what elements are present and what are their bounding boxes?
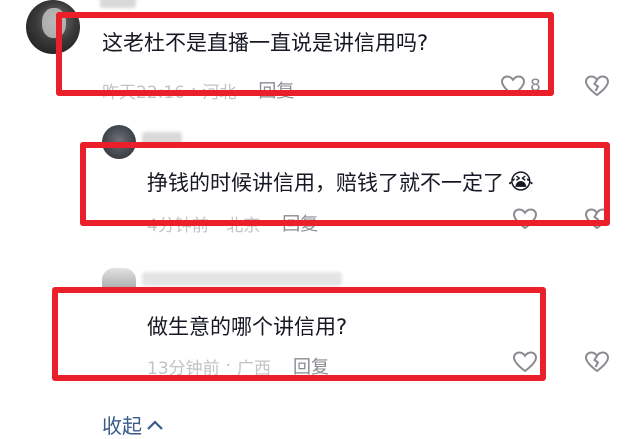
comment-text: 挣钱的时候讲信用，赔钱了就不一定了 <box>147 170 504 195</box>
comment-text: 这老杜不是直播一直说是讲信用吗? <box>102 31 429 55</box>
dislike-button[interactable] <box>584 350 610 374</box>
comment-location: 北京 <box>226 215 261 236</box>
avatar[interactable] <box>102 125 136 159</box>
comment-meta: 13分钟前 · 广西 回复 <box>147 353 329 379</box>
like-button[interactable] <box>512 350 538 374</box>
collapse-label: 收起 <box>102 414 142 438</box>
heart-outline-icon <box>512 351 538 373</box>
meta-separator: · <box>225 356 232 376</box>
avatar[interactable] <box>102 268 136 290</box>
broken-heart-icon <box>584 208 610 230</box>
comment-location: 广西 <box>237 358 272 379</box>
comment-time: 4分钟前 <box>147 215 209 236</box>
username-blurred[interactable] <box>100 0 136 8</box>
reply-comment: 挣钱的时候讲信用，赔钱了就不一定了 😭 <box>147 172 534 194</box>
like-button[interactable]: 8 <box>500 74 541 98</box>
like-count: 8 <box>530 76 541 96</box>
comment-meta: 昨天22:16 · 河北 回复 <box>102 77 294 103</box>
heart-outline-icon <box>500 75 526 97</box>
comment-time: 13分钟前 <box>147 358 220 379</box>
broken-heart-icon <box>584 75 610 97</box>
reply-button[interactable]: 回复 <box>293 353 329 379</box>
username-blurred[interactable] <box>142 272 342 286</box>
comment-time: 昨天22:16 <box>102 82 185 103</box>
comment-text: 做生意的哪个讲信用? <box>147 315 348 339</box>
meta-separator: · <box>214 213 221 233</box>
heart-outline-icon <box>512 208 538 230</box>
dislike-button[interactable] <box>584 74 610 98</box>
like-button[interactable] <box>512 207 538 231</box>
avatar[interactable] <box>26 0 80 54</box>
reply-button[interactable]: 回复 <box>258 77 294 103</box>
meta-separator: · <box>191 80 197 100</box>
collapse-button[interactable]: 收起 <box>102 410 164 439</box>
username-blurred[interactable] <box>142 132 182 146</box>
crying-face-emoji: 😭 <box>508 170 534 195</box>
broken-heart-icon <box>584 351 610 373</box>
comment-meta: 4分钟前 · 北京 回复 <box>147 210 318 236</box>
dislike-button[interactable] <box>584 207 610 231</box>
chevron-up-icon <box>147 419 163 430</box>
comment-location: 河北 <box>202 82 237 103</box>
reply-button[interactable]: 回复 <box>282 210 318 236</box>
